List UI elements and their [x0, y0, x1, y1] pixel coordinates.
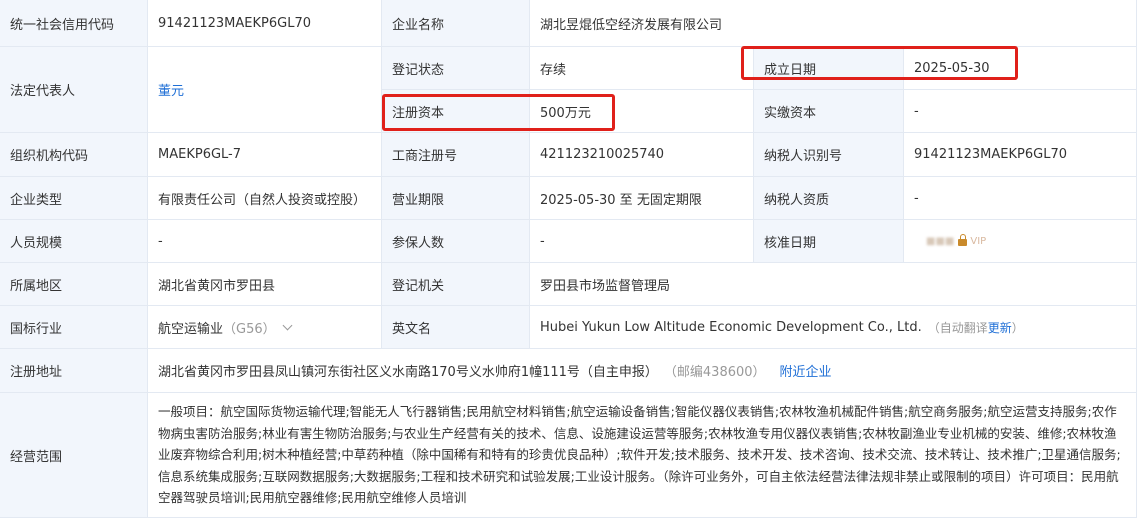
staff-size-label: 人员规模 — [0, 220, 148, 263]
staff-size-value: - — [148, 220, 382, 263]
reg-capital-label: 注册资本 — [382, 90, 530, 133]
biz-term-value: 2025-05-30 至 无固定期限 — [530, 177, 754, 220]
legal-rep-link[interactable]: 董元 — [158, 80, 184, 99]
taxpayer-id-label: 纳税人识别号 — [754, 133, 904, 177]
company-name-value[interactable]: 湖北昱焜低空经济发展有限公司 — [530, 0, 1137, 47]
address-cell: 湖北省黄冈市罗田县凤山镇河东街社区义水南路170号义水帅府1幢111号（自主申报… — [148, 349, 1137, 393]
paid-capital-label: 实缴资本 — [754, 90, 904, 133]
address-label: 注册地址 — [0, 349, 148, 393]
auto-translate-note: （自动翻译 — [927, 320, 988, 335]
scope-label: 经营范围 — [0, 393, 148, 518]
postcode: （邮编438600） — [663, 365, 766, 380]
auto-translate-close: ） — [1011, 320, 1024, 335]
industry-code: （G56） — [223, 321, 276, 337]
org-code-value[interactable]: MAEKP6GL-7 — [148, 133, 382, 177]
reg-status-value: 存续 — [530, 47, 754, 90]
taxpayer-qual-label: 纳税人资质 — [754, 177, 904, 220]
reg-capital-value: 500万元 — [530, 90, 754, 133]
region-label: 所属地区 — [0, 263, 148, 306]
reg-status-label: 登记状态 — [382, 47, 530, 90]
company-info-table: 统一社会信用代码 91421123MAEKP6GL70 企业名称 湖北昱焜低空经… — [0, 0, 1137, 518]
nearby-companies-link[interactable]: 附近企业 — [780, 361, 832, 380]
english-name-cell: Hubei Yukun Low Altitude Economic Develo… — [530, 306, 1137, 349]
company-type-value: 有限责任公司（自然人投资或控股） — [148, 177, 382, 220]
address-value[interactable]: 湖北省黄冈市罗田县凤山镇河东街社区义水南路170号义水帅府1幢111号（自主申报… — [158, 361, 658, 380]
reg-authority-value: 罗田县市场监督管理局 — [530, 263, 1137, 306]
company-name-label: 企业名称 — [382, 0, 530, 47]
company-type-label: 企业类型 — [0, 177, 148, 220]
taxpayer-id-value[interactable]: 91421123MAEKP6GL70 — [904, 133, 1137, 177]
chevron-down-icon[interactable] — [282, 320, 293, 330]
industry-label: 国标行业 — [0, 306, 148, 349]
scope-value: 一般项目：航空国际货物运输代理;智能无人飞行器销售;民用航空材料销售;航空运输设… — [148, 393, 1137, 518]
region-value: 湖北省黄冈市罗田县 — [148, 263, 382, 306]
vip-label: VIP — [970, 235, 987, 247]
industry-cell[interactable]: 航空运输业 （G56） — [148, 306, 382, 349]
lock-icon — [958, 234, 968, 246]
industry-value: 航空运输业 — [158, 321, 224, 337]
vip-locked[interactable]: ■■■ VIP — [926, 234, 987, 247]
reg-authority-label: 登记机关 — [382, 263, 530, 306]
established-label: 成立日期 — [754, 47, 904, 90]
biz-reg-no-label: 工商注册号 — [382, 133, 530, 177]
english-name-label: 英文名 — [382, 306, 530, 349]
biz-term-label: 营业期限 — [382, 177, 530, 220]
credit-code-value[interactable]: 91421123MAEKP6GL70 — [148, 0, 382, 47]
english-name-value[interactable]: Hubei Yukun Low Altitude Economic Develo… — [540, 320, 922, 335]
credit-code-label: 统一社会信用代码 — [0, 0, 148, 47]
paid-capital-value: - — [904, 90, 1137, 133]
legal-rep-cell: 董元 — [148, 47, 382, 133]
insured-value: - — [530, 220, 754, 263]
insured-label: 参保人数 — [382, 220, 530, 263]
approval-date-label: 核准日期 — [754, 220, 904, 263]
biz-reg-no-value[interactable]: 421123210025740 — [530, 133, 754, 177]
approval-date-cell: ■■■ VIP — [904, 220, 1137, 263]
taxpayer-qual-value: - — [904, 177, 1137, 220]
update-translation-link[interactable]: 更新 — [988, 319, 1012, 336]
org-code-label: 组织机构代码 — [0, 133, 148, 177]
legal-rep-label: 法定代表人 — [0, 47, 148, 133]
established-value: 2025-05-30 — [904, 47, 1137, 90]
